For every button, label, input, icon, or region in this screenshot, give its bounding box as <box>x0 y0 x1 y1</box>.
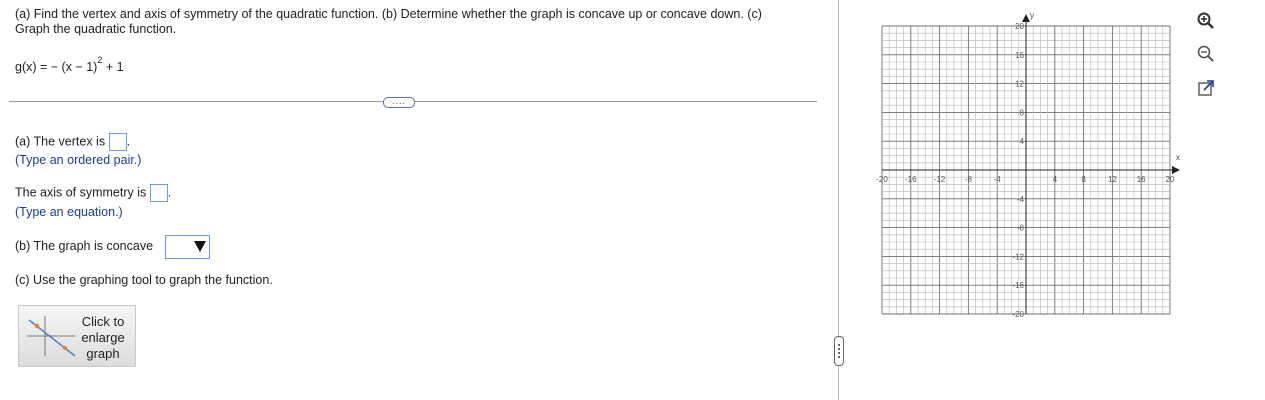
x-tick-label: 8 <box>1081 175 1086 184</box>
question-line-2: Graph the quadratic function. <box>15 22 177 36</box>
y-tick-label: 20 <box>1015 22 1024 31</box>
axis-hint: (Type an equation.) <box>15 205 123 219</box>
axes <box>882 14 1180 314</box>
graph-instruction: (c) Use the graphing tool to graph the f… <box>15 273 273 287</box>
x-tick-label: -8 <box>965 175 973 184</box>
y-tick-label: -4 <box>1017 195 1025 204</box>
axis-row: The axis of symmetry is . <box>15 184 171 202</box>
vertex-answer-box[interactable] <box>108 133 127 151</box>
axis-answer-box[interactable] <box>149 184 168 202</box>
x-axis-label: x <box>1176 153 1180 162</box>
function-formula: g(x) = − (x − 1)2 + 1 <box>15 55 124 75</box>
question-text: (a) Find the vertex and axis of symmetry… <box>15 7 815 37</box>
y-tick-label: -16 <box>1012 281 1024 290</box>
y-tick-label: 12 <box>1015 80 1024 89</box>
splitter-handle[interactable] <box>834 336 844 366</box>
enlarge-line-1: Click to <box>81 314 125 329</box>
vertex-suffix: . <box>126 134 131 149</box>
enlarge-label: Click to enlarge graph <box>81 314 125 362</box>
x-tick-label: 16 <box>1137 175 1146 184</box>
question-line-1: (a) Find the vertex and axis of symmetry… <box>15 7 762 21</box>
zoom-out-icon[interactable] <box>1196 44 1216 64</box>
axis-suffix: . <box>167 185 172 200</box>
y-tick-label: -12 <box>1012 252 1024 261</box>
y-tick-label: 8 <box>1020 108 1025 117</box>
y-axis-label: y <box>1030 11 1034 20</box>
vertex-hint: (Type an ordered pair.) <box>15 153 142 167</box>
mini-graph-icon <box>27 316 76 357</box>
zoom-in-icon[interactable] <box>1196 11 1216 31</box>
x-tick-label: 4 <box>1053 175 1058 184</box>
vertex-label: (a) The vertex is <box>15 134 106 149</box>
enlarge-line-3: graph <box>86 346 120 361</box>
x-tick-label: -4 <box>994 175 1002 184</box>
expand-button[interactable]: .... <box>383 97 415 108</box>
y-tick-label: 4 <box>1020 137 1025 146</box>
concave-dropdown[interactable] <box>165 235 210 259</box>
concave-label: (b) The graph is concave <box>15 239 154 253</box>
x-tick-label: -12 <box>934 175 946 184</box>
x-axis-arrow-icon <box>1172 166 1180 174</box>
enlarge-graph-button[interactable]: Click to enlarge graph <box>18 305 136 367</box>
enlarge-line-2: enlarge <box>81 330 125 345</box>
x-tick-label: -16 <box>905 175 917 184</box>
axis-label: The axis of symmetry is <box>15 185 147 200</box>
x-tick-label: -20 <box>876 175 888 184</box>
formula-main: g(x) = − (x − 1) <box>15 60 98 75</box>
y-tick-label: 16 <box>1015 51 1024 60</box>
formula-tail: + 1 <box>102 60 124 75</box>
popout-icon[interactable] <box>1196 78 1216 98</box>
y-tick-label: -20 <box>1012 310 1024 319</box>
grip-icon <box>838 344 840 358</box>
x-tick-label: 12 <box>1108 175 1117 184</box>
graph-grid[interactable]: y x -20 -16 -12 -8 -4 4 8 12 16 20 20 16 12 8 4 -4 -8 -1… <box>870 8 1190 320</box>
formula-exponent: 2 <box>97 55 103 65</box>
x-tick-label: 20 <box>1166 175 1175 184</box>
y-axis-arrow-icon <box>1022 14 1030 22</box>
vertex-row: (a) The vertex is . <box>15 133 130 151</box>
y-tick-label: -8 <box>1017 224 1025 233</box>
dropdown-arrow-icon <box>194 241 206 252</box>
